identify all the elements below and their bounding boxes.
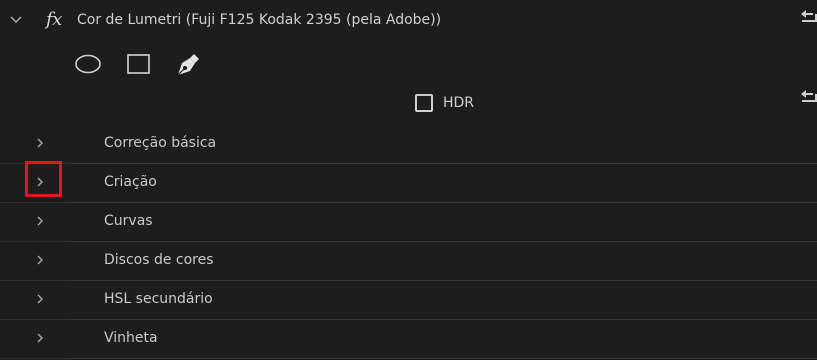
reset-icon[interactable] [800, 9, 817, 27]
section-divider [66, 358, 817, 359]
chevron-right-icon[interactable] [34, 253, 46, 267]
effect-header[interactable]: fx Cor de Lumetri (Fuji F125 Kodak 2395 … [0, 0, 817, 44]
chevron-right-icon[interactable] [34, 214, 46, 228]
fx-badge: fx [46, 9, 62, 30]
section-label: Criação [104, 174, 157, 190]
section-discos-de-cores[interactable]: Discos de cores [0, 241, 817, 281]
hdr-label: HDR [443, 95, 475, 111]
chevron-right-icon[interactable] [34, 331, 46, 345]
section-label: Correção básica [104, 135, 217, 151]
effect-title: Cor de Lumetri (Fuji F125 Kodak 2395 (pe… [77, 12, 442, 28]
pen-mask-icon[interactable] [174, 51, 202, 77]
highlight-box [25, 161, 62, 197]
section-correcao-basica[interactable]: Correção básica [0, 124, 817, 164]
section-criacao[interactable]: Criação [0, 163, 817, 203]
ellipse-mask-icon[interactable] [74, 51, 102, 77]
hdr-checkbox[interactable] [415, 94, 433, 112]
chevron-right-icon[interactable] [34, 292, 46, 306]
rectangle-mask-icon[interactable] [125, 51, 153, 77]
section-vinheta[interactable]: Vinheta [0, 319, 817, 359]
chevron-down-icon[interactable] [8, 12, 24, 28]
section-hsl-secundario[interactable]: HSL secundário [0, 280, 817, 320]
section-curvas[interactable]: Curvas [0, 202, 817, 242]
hdr-row: HDR [0, 84, 817, 122]
section-label: HSL secundário [104, 291, 213, 307]
section-label: Discos de cores [104, 252, 214, 268]
mask-tools-row [0, 44, 817, 84]
reset-icon[interactable] [800, 89, 817, 107]
section-label: Vinheta [104, 330, 158, 346]
chevron-right-icon[interactable] [34, 136, 46, 150]
section-label: Curvas [104, 213, 153, 229]
lumetri-color-effect-panel: fx Cor de Lumetri (Fuji F125 Kodak 2395 … [0, 0, 817, 360]
